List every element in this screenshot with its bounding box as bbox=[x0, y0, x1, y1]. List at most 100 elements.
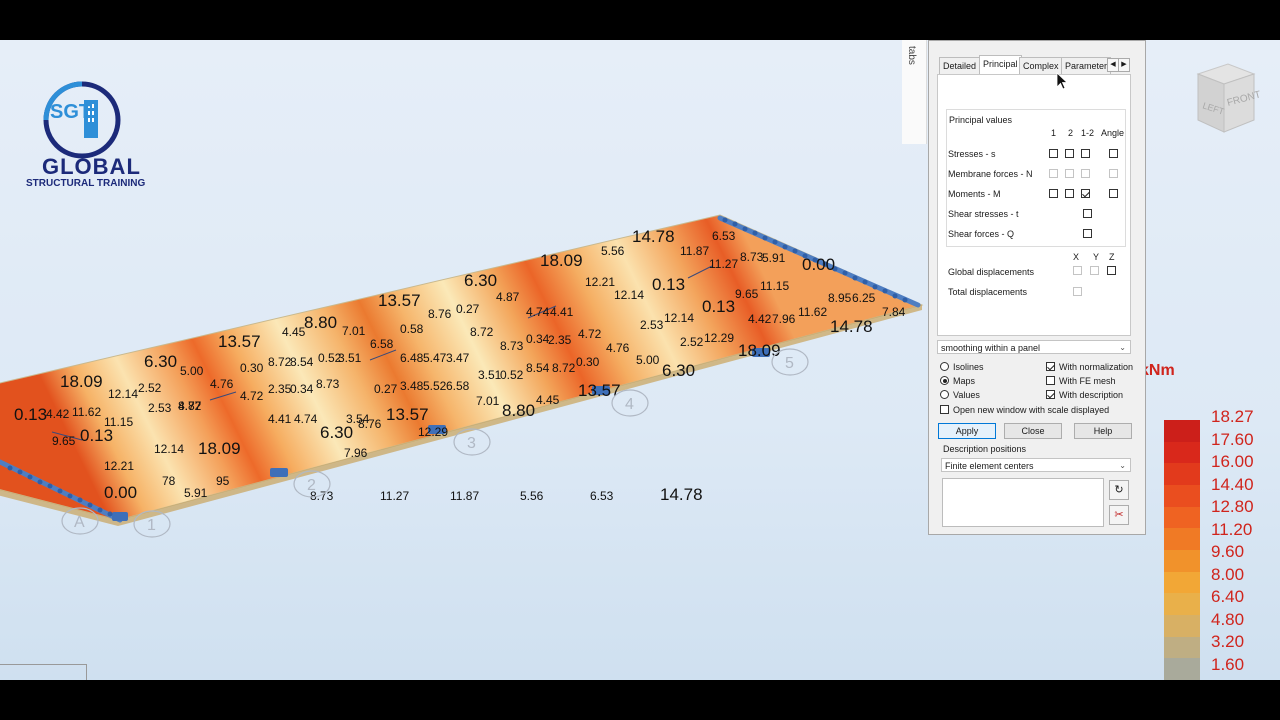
logo-emblem-icon: SGT bbox=[43, 81, 121, 159]
plate-value-label: 12.14 bbox=[664, 311, 694, 325]
tab-parameter[interactable]: Parameter bbox=[1061, 57, 1112, 74]
plate-value-label: 11.87 bbox=[450, 489, 479, 503]
help-button[interactable]: Help bbox=[1074, 423, 1132, 439]
side-tabs-strip[interactable]: tabs bbox=[902, 40, 927, 144]
new-window-checkbox[interactable] bbox=[940, 405, 949, 414]
letterbox-bottom bbox=[0, 680, 1280, 720]
membrane-12-checkbox[interactable] bbox=[1081, 169, 1090, 178]
moments-angle-checkbox[interactable] bbox=[1109, 189, 1118, 198]
legend-value: 3.20 bbox=[1211, 632, 1245, 651]
legend-color-band bbox=[1164, 593, 1200, 616]
plate-value-label: 0.58 bbox=[400, 322, 424, 336]
cut-tool-icon[interactable]: ✂ bbox=[1109, 505, 1129, 525]
total-displacements-label: Total displacements bbox=[948, 287, 1028, 297]
global-displacements-label: Global displacements bbox=[948, 267, 1035, 277]
side-tabs-label: tabs bbox=[906, 46, 917, 65]
moments-1-checkbox[interactable] bbox=[1049, 189, 1058, 198]
legend-value: 9.60 bbox=[1211, 542, 1245, 561]
desc-positions-select[interactable]: Finite element centers ⌄ bbox=[941, 458, 1131, 472]
description-preview-box[interactable] bbox=[942, 478, 1104, 527]
stresses-2-checkbox[interactable] bbox=[1065, 149, 1074, 158]
plate-value-label: 5.91 bbox=[762, 251, 786, 265]
plate-value-label: 4.74 bbox=[294, 412, 318, 426]
description-checkbox[interactable] bbox=[1046, 390, 1055, 399]
legend-color-band bbox=[1164, 571, 1200, 594]
plate-value-label: 3.48 bbox=[400, 379, 424, 393]
plate-value-label: 5.00 bbox=[636, 353, 660, 367]
close-button[interactable]: Close bbox=[1004, 423, 1062, 439]
plate-value-label: 7.01 bbox=[476, 394, 500, 408]
view-cube-icon[interactable]: LEFT FRONT bbox=[1188, 62, 1260, 134]
plate-value-label: 11.27 bbox=[380, 489, 409, 503]
plate-value-label: 13.57 bbox=[378, 291, 421, 310]
values-radio[interactable] bbox=[940, 390, 949, 399]
plate-value-label: 5.56 bbox=[520, 489, 544, 503]
stresses-1-checkbox[interactable] bbox=[1049, 149, 1058, 158]
tab-detailed[interactable]: Detailed bbox=[939, 57, 981, 74]
plate-value-label: 0.34 bbox=[526, 332, 550, 346]
reset-icon[interactable]: ↻ bbox=[1109, 480, 1129, 500]
maps-radio[interactable] bbox=[940, 376, 949, 385]
plate-value-label: 5.47 bbox=[423, 351, 447, 365]
plate-value-label: 9.65 bbox=[735, 287, 759, 301]
plate-value-label: 4.41 bbox=[550, 305, 574, 319]
plate-value-label: 7.96 bbox=[772, 312, 796, 326]
global-disp-y-checkbox[interactable] bbox=[1090, 266, 1099, 275]
apply-button[interactable]: Apply bbox=[938, 423, 996, 439]
plate-value-label: 5.91 bbox=[184, 486, 208, 500]
plate-value-label: 6.58 bbox=[446, 379, 470, 393]
plate-value-label: 13.57 bbox=[218, 332, 261, 351]
plate-value-label: 12.21 bbox=[104, 459, 134, 473]
plate-value-label: 12.14 bbox=[154, 442, 184, 456]
plate-value-label: 4.76 bbox=[210, 377, 234, 391]
moments-2-checkbox[interactable] bbox=[1065, 189, 1074, 198]
tab-scroll-right-icon[interactable]: ▶ bbox=[1118, 58, 1130, 72]
legend-color-band bbox=[1164, 528, 1200, 551]
membrane-2-checkbox[interactable] bbox=[1065, 169, 1074, 178]
plate-value-label: 4.74 bbox=[526, 305, 550, 319]
plate-value-label: 0.13 bbox=[14, 405, 47, 424]
plate-value-label: 0.13 bbox=[702, 297, 735, 316]
total-disp-checkbox[interactable] bbox=[1073, 287, 1082, 296]
normalization-checkbox[interactable] bbox=[1046, 362, 1055, 371]
stresses-12-checkbox[interactable] bbox=[1081, 149, 1090, 158]
isolines-radio[interactable] bbox=[940, 362, 949, 371]
legend-value: 11.20 bbox=[1211, 519, 1253, 539]
row-shear-forces: Shear forces - Q bbox=[948, 229, 1015, 239]
description-label: With description bbox=[1059, 390, 1124, 400]
plate-value-label: 8.95 bbox=[828, 291, 852, 305]
smoothing-select[interactable]: smoothing within a panel ⌄ bbox=[937, 340, 1131, 354]
plate-value-label: 0.34 bbox=[290, 382, 314, 396]
global-disp-z-checkbox[interactable] bbox=[1107, 266, 1116, 275]
shear-stresses-checkbox[interactable] bbox=[1083, 209, 1092, 218]
legend-value: 14.40 bbox=[1211, 474, 1254, 494]
plate-value-label: 18.09 bbox=[60, 372, 103, 391]
membrane-1-checkbox[interactable] bbox=[1049, 169, 1058, 178]
plate-value-label: 4.42 bbox=[748, 312, 772, 326]
legend-value: 1.60 bbox=[1211, 654, 1245, 674]
global-disp-x-checkbox[interactable] bbox=[1073, 266, 1082, 275]
plate-value-label: 2.53 bbox=[640, 318, 664, 332]
maps-label: Maps bbox=[953, 376, 976, 386]
plate-value-label: 5.56 bbox=[601, 244, 625, 258]
tab-principal[interactable]: Principal bbox=[979, 55, 1022, 75]
logo-title: GLOBAL bbox=[42, 154, 141, 179]
moments-12-checkbox[interactable] bbox=[1081, 189, 1090, 198]
plate-value-label: 4.45 bbox=[536, 393, 560, 407]
legend-value: 8.00 bbox=[1211, 564, 1245, 584]
membrane-angle-checkbox[interactable] bbox=[1109, 169, 1118, 178]
plate-value-label: 14.78 bbox=[830, 317, 873, 336]
fe-mesh-checkbox[interactable] bbox=[1046, 376, 1055, 385]
new-window-label: Open new window with scale displayed bbox=[953, 405, 1110, 415]
plate-value-label: 11.62 bbox=[798, 305, 827, 319]
desc-positions-label: Description positions bbox=[943, 444, 1027, 454]
plate-value-label: 2.35 bbox=[268, 382, 292, 396]
plate-value-label: 12.14 bbox=[108, 387, 138, 401]
plate-value-label: 8.54 bbox=[290, 355, 314, 369]
shear-forces-checkbox[interactable] bbox=[1083, 229, 1092, 238]
principal-values-title: Principal values bbox=[949, 115, 1013, 125]
plate-value-label: 6.30 bbox=[464, 271, 497, 290]
stresses-angle-checkbox[interactable] bbox=[1109, 149, 1118, 158]
legend-value: 17.60 bbox=[1211, 429, 1254, 449]
plate-value-label: 8.72 bbox=[552, 361, 576, 375]
